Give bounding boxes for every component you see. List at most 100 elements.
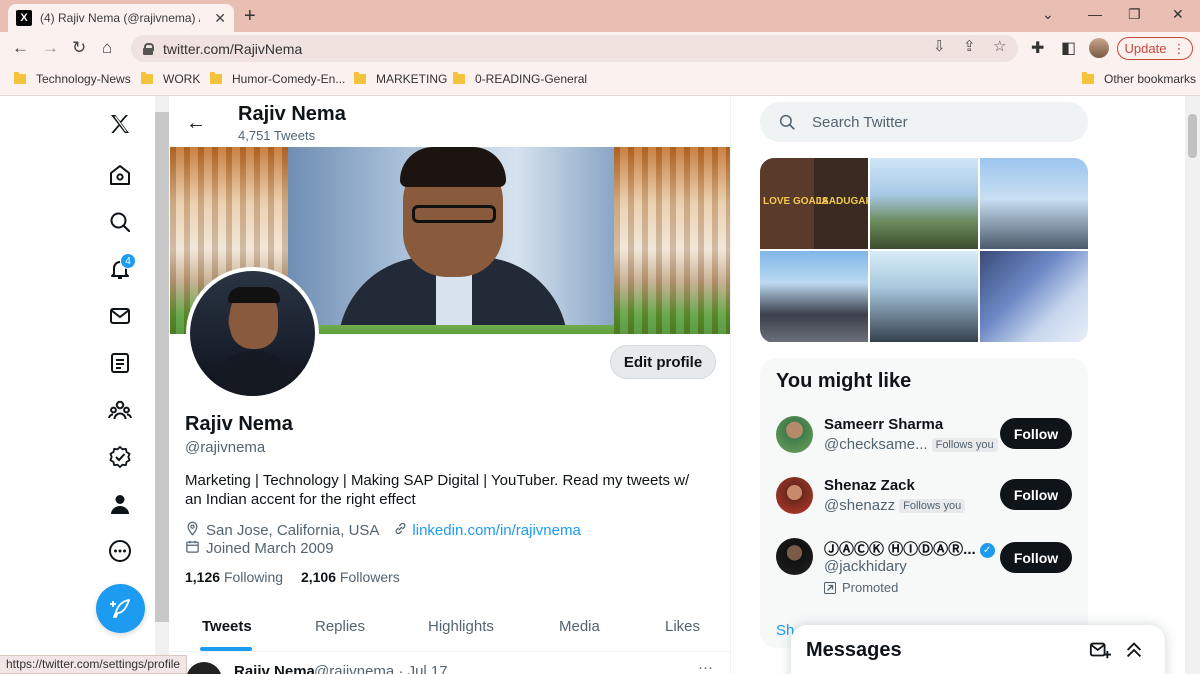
bookmark-folder[interactable]: Humor-Comedy-En... <box>210 72 345 86</box>
bookmark-label: Other bookmarks <box>1104 72 1197 86</box>
messages-drawer[interactable]: Messages <box>791 625 1165 674</box>
install-app-icon[interactable]: ⇩ <box>933 37 946 55</box>
media-thumbnail[interactable] <box>980 251 1088 342</box>
communities-icon[interactable] <box>108 398 132 422</box>
verified-badge-icon: ✓ <box>979 543 995 558</box>
page-scrollbar[interactable] <box>1185 96 1200 674</box>
suggested-user-name[interactable]: Shenaz Zack <box>824 477 915 494</box>
media-thumbnail[interactable] <box>870 251 978 342</box>
reload-icon[interactable]: ↻ <box>72 38 86 58</box>
profile-bio: Marketing | Technology | Making SAP Digi… <box>185 472 690 508</box>
browser-profile-avatar[interactable] <box>1089 38 1109 58</box>
header-name: Rajiv Nema <box>238 103 346 125</box>
suggested-user-avatar[interactable] <box>776 538 813 575</box>
other-bookmarks-folder[interactable]: Other bookmarks <box>1082 72 1196 86</box>
follow-button[interactable]: Follow <box>1000 542 1072 573</box>
side-panel-icon[interactable]: ◧ <box>1061 38 1076 58</box>
following-count: 1,126 <box>185 569 221 585</box>
back-icon[interactable]: ← <box>12 38 29 58</box>
home-icon[interactable] <box>108 163 132 187</box>
profile-icon[interactable] <box>108 492 132 516</box>
new-tab-icon[interactable]: + <box>244 6 256 26</box>
messages-icon[interactable] <box>108 304 132 328</box>
bookmark-label: 0-READING-General <box>475 72 588 86</box>
follows-you-badge: Follows you <box>931 437 998 452</box>
minimize-icon[interactable]: — <box>1088 6 1102 22</box>
bookmark-star-icon[interactable]: ☆ <box>993 37 1006 55</box>
follow-button[interactable]: Follow <box>1000 479 1072 510</box>
home-browser-icon[interactable]: ⌂ <box>102 38 112 58</box>
verified-icon[interactable] <box>108 445 132 469</box>
suggested-user-handle: @jackhidary <box>824 558 907 575</box>
profile-stats: 1,126 Following 2,106 Followers <box>185 569 400 585</box>
suggested-user-name-row[interactable]: ⒿⒶⒸⓀ ⒽⒾⒹⒶⓇ... ✓ <box>824 538 995 559</box>
lists-icon[interactable] <box>108 351 132 375</box>
media-thumbnail[interactable] <box>760 251 868 342</box>
page-scrollbar-thumb[interactable] <box>1188 114 1197 158</box>
profile-handle: @rajivnema <box>185 439 266 456</box>
tab-highlights[interactable]: Highlights <box>428 618 494 635</box>
suggested-user-avatar[interactable] <box>776 416 813 453</box>
forward-icon[interactable]: → <box>42 38 59 58</box>
tab-close-icon[interactable]: ✕ <box>214 10 226 27</box>
suggested-user-row[interactable]: Sameerr Sharma @checksame... Follows you … <box>760 416 1088 476</box>
menu-dots-icon: ⋮ <box>1172 40 1186 56</box>
share-icon[interactable]: ⇪ <box>963 37 976 55</box>
suggested-user-handle-row: @checksame... Follows you <box>824 436 998 453</box>
tab-replies[interactable]: Replies <box>315 618 365 635</box>
suggested-user-row[interactable]: ⒿⒶⒸⓀ ⒽⒾⒹⒶⓇ... ✓ @jackhidary Promoted Foll… <box>760 538 1088 608</box>
browser-tab-active[interactable]: X (4) Rajiv Nema (@rajivnema) / Tw ✕ <box>8 4 234 32</box>
tweet-avatar[interactable] <box>186 662 222 674</box>
more-icon[interactable] <box>108 539 132 563</box>
x-favicon-icon: X <box>16 10 32 26</box>
bookmark-folder[interactable]: Technology-News <box>14 72 131 86</box>
back-arrow-icon[interactable]: ← <box>186 112 206 135</box>
following-link[interactable]: 1,126 Following <box>185 569 283 585</box>
feather-plus-icon <box>109 598 130 618</box>
x-logo-icon[interactable] <box>108 112 132 136</box>
profile-website-link[interactable]: linkedin.com/in/rajivnema <box>412 522 580 539</box>
folder-icon <box>14 72 26 84</box>
media-thumbnail[interactable] <box>980 158 1088 249</box>
suggested-user-handle-row: @shenazz Follows you <box>824 497 966 514</box>
suggested-user-avatar[interactable] <box>776 477 813 514</box>
tweet-author-name[interactable]: Rajiv Nema <box>234 663 315 674</box>
folder-icon <box>453 72 465 84</box>
tab-title: (4) Rajiv Nema (@rajivnema) / Tw <box>40 11 200 25</box>
address-bar[interactable]: twitter.com/RajivNema <box>131 35 1018 62</box>
media-thumbnail[interactable]: LOVE GOALS JAADUGAR <box>760 158 868 249</box>
search-placeholder: Search Twitter <box>812 113 908 131</box>
profile-location: San Jose, California, USA <box>206 522 380 539</box>
compose-tweet-button[interactable] <box>96 584 145 633</box>
tweet-item[interactable]: Rajiv Nema @rajivnema · Jul 17 ··· <box>170 656 730 674</box>
edit-profile-button[interactable]: Edit profile <box>610 345 716 379</box>
expand-messages-icon[interactable] <box>1123 639 1145 666</box>
bookmark-label: Humor-Comedy-En... <box>232 72 346 86</box>
bookmark-folder[interactable]: 0-READING-General <box>453 72 587 86</box>
restore-icon[interactable]: ❐ <box>1128 6 1141 23</box>
profile-avatar[interactable] <box>186 267 319 400</box>
suggested-user-handle: @shenazz <box>824 497 896 514</box>
bookmark-folder[interactable]: MARKETING <box>354 72 447 86</box>
tab-likes[interactable]: Likes <box>665 618 700 635</box>
close-window-icon[interactable]: ✕ <box>1172 6 1184 23</box>
media-thumbnail[interactable] <box>870 158 978 249</box>
search-icon[interactable] <box>108 210 132 234</box>
bookmarks-bar: Technology-News WORK Humor-Comedy-En... … <box>0 64 1200 96</box>
new-message-icon[interactable] <box>1089 639 1111 666</box>
suggested-user-row[interactable]: Shenaz Zack @shenazz Follows you Follow <box>760 477 1088 537</box>
tab-search-chevron-icon[interactable]: ⌄ <box>1042 6 1054 23</box>
followers-link[interactable]: 2,106 Followers <box>301 569 400 585</box>
profile-tabs: Tweets Replies Highlights Media Likes <box>170 608 730 652</box>
follow-button[interactable]: Follow <box>1000 418 1072 449</box>
update-button[interactable]: Update ⋮ <box>1117 37 1193 60</box>
search-input[interactable]: Search Twitter <box>760 102 1088 142</box>
bookmark-folder[interactable]: WORK <box>141 72 200 86</box>
suggested-user-name[interactable]: Sameerr Sharma <box>824 416 943 433</box>
extensions-icon[interactable]: ✚ <box>1031 38 1044 58</box>
tab-media[interactable]: Media <box>559 618 600 635</box>
tab-tweets[interactable]: Tweets <box>202 618 252 635</box>
tweet-meta: @rajivnema · Jul 17 <box>314 663 448 674</box>
left-scrollbar-thumb[interactable] <box>155 112 169 622</box>
tweet-more-icon[interactable]: ··· <box>698 659 713 674</box>
